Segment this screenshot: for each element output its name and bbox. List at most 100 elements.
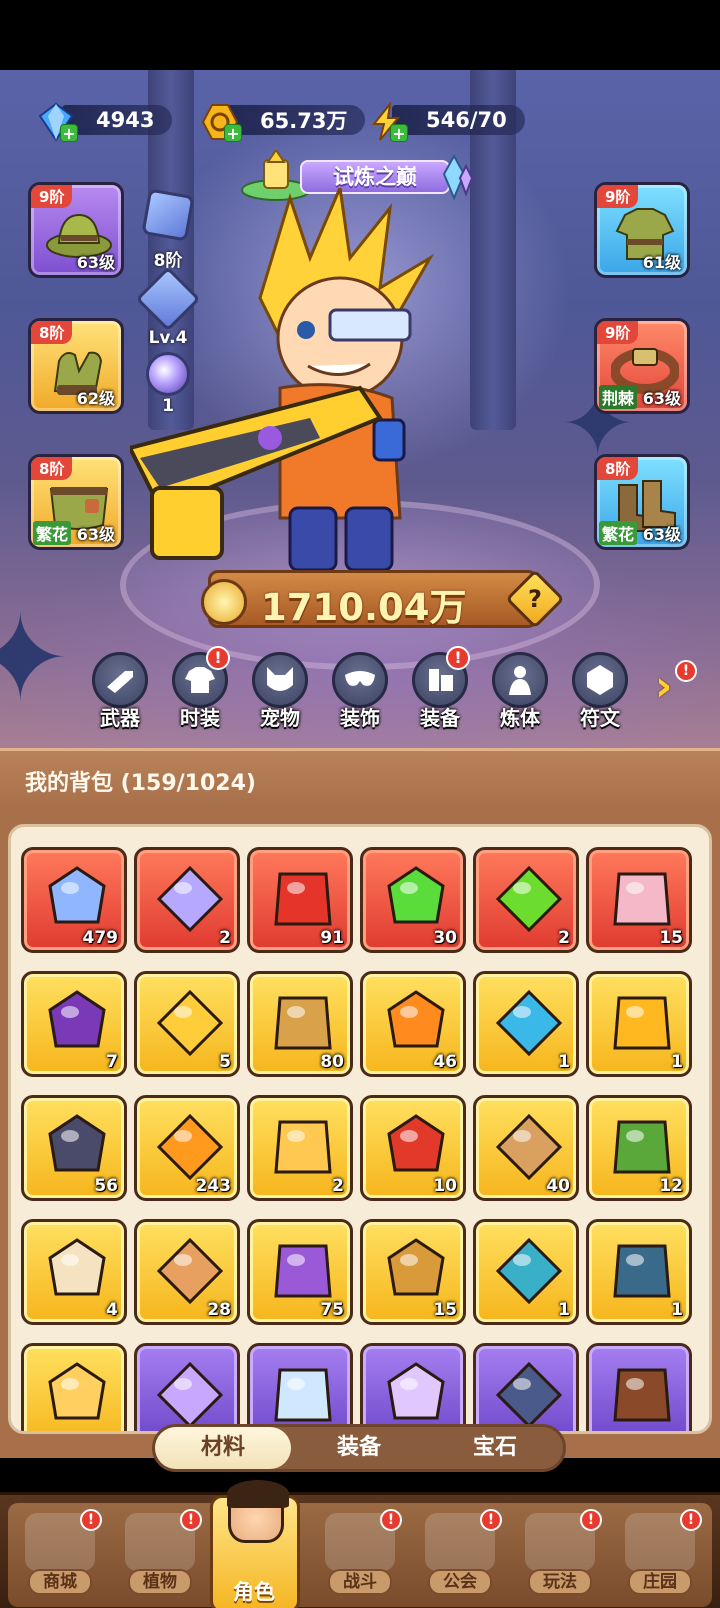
item-count: 2 [332,1176,344,1196]
add-energy-button[interactable]: + [390,124,408,143]
golden-peaks-icon [274,1120,332,1174]
notification-badge: ! [180,1509,202,1531]
ice-cube-icon [274,1368,332,1422]
gold-amount: 65.73万 [260,109,348,133]
equip-slot-belt[interactable]: 9阶 荆棘 63级 [594,318,690,414]
question-mark-icon: ? [528,585,542,613]
prefix-label: 繁花 [33,521,72,545]
add-diamond-button[interactable]: + [60,124,78,143]
equip-slot-armor[interactable]: 9阶 61级 [594,182,690,278]
green-capsule-icon [387,866,445,924]
equip-slot-pants[interactable]: 8阶 繁花 63级 [28,454,124,550]
nav-guild[interactable]: 公会 ! [410,1503,510,1607]
gold-currency[interactable]: + 65.73万 [198,100,366,143]
tab-equipment[interactable]: 装备 [291,1427,427,1469]
nav-character[interactable]: 角色 [204,1480,304,1608]
inventory-item[interactable]: 75 [247,1219,353,1325]
tab-gems[interactable]: 宝石 [427,1427,563,1469]
inventory-item[interactable]: 1 [586,971,692,1077]
red-flower-icon [387,1114,445,1172]
backpack-title: 我的背包 (159/1024) [25,771,256,796]
rune-icon [572,652,628,708]
backpack-header: 我的背包 (159/1024) [0,748,720,808]
orange-potion-icon [156,1113,224,1181]
inventory-item[interactable]: 56 [21,1095,127,1201]
inventory-item[interactable]: 7 [21,971,127,1077]
purple-flask-icon [156,1361,224,1429]
inventory-item[interactable]: 2 [134,847,240,953]
inventory-item[interactable] [134,1343,240,1431]
menu-body-refine[interactable]: 炼体 [480,652,560,732]
status-bar [0,0,720,70]
inventory-item[interactable]: 30 [360,847,466,953]
equip-slot-hat[interactable]: 9阶 63级 [28,182,124,278]
item-count: 1 [671,1052,683,1072]
function-menu: 武器 时装 ! 宠物 装饰 装备 ! 炼体 符文 [80,646,640,732]
inventory-item[interactable]: 15 [586,847,692,953]
inventory-item[interactable]: 1 [473,971,579,1077]
inventory-item[interactable] [473,1343,579,1431]
inventory-item[interactable] [586,1343,692,1431]
inventory-item[interactable]: 46 [360,971,466,1077]
inventory-item[interactable]: 2 [247,1095,353,1201]
nav-plant[interactable]: 植物 ! [110,1503,210,1607]
menu-label: 符文 [580,706,620,730]
energy-currency[interactable]: + 546/70 [364,100,525,143]
menu-equipment[interactable]: 装备 ! [400,646,480,732]
nav-shop[interactable]: 商城 ! [10,1503,110,1607]
inventory-item[interactable] [247,1343,353,1431]
inventory-item[interactable]: 2 [473,847,579,953]
inventory-item[interactable]: 5 [134,971,240,1077]
cake-icon [156,1237,224,1305]
menu-more-button[interactable]: › ! [655,660,697,707]
nav-label: 玩法 [528,1569,592,1595]
item-count: 15 [659,928,683,948]
menu-outfit[interactable]: 时装 ! [160,646,240,732]
inventory-item[interactable]: 15 [360,1219,466,1325]
level-label: 62级 [76,389,115,408]
item-grid-frame[interactable]: 479 2 91 30 2 15 7 5 80 46 1 1 56 243 2 10 40 12 4 28 75 15 1 1 [8,824,712,1434]
equip-slot-boots[interactable]: 8阶 繁花 63级 [594,454,690,550]
inventory-item[interactable]: 91 [247,847,353,953]
inventory-item[interactable]: 4 [21,1219,127,1325]
pet-icon [252,652,308,708]
moon-crystal-icon [156,865,224,933]
nav-label: 商城 [28,1569,92,1595]
combat-power-plate: 1710.04万 [201,570,538,629]
nav-label: 角色 [233,1580,275,1604]
level-label: 63级 [642,389,681,408]
tier-badge: 8阶 [31,321,73,344]
rune-shield-icon [495,1361,563,1429]
inventory-item[interactable]: 12 [586,1095,692,1201]
inventory-item[interactable] [21,1343,127,1431]
item-count: 80 [320,1052,344,1072]
equip-slot-gloves[interactable]: 8阶 62级 [28,318,124,414]
inventory-item[interactable] [360,1343,466,1431]
red-potion-icon [274,872,332,926]
menu-decoration[interactable]: 装饰 [320,652,400,732]
inventory-item[interactable]: 40 [473,1095,579,1201]
menu-rune[interactable]: 符文 [560,652,640,732]
inventory-item[interactable]: 1 [586,1219,692,1325]
nav-gameplay[interactable]: 玩法 ! [510,1503,610,1607]
inventory-item[interactable]: 80 [247,971,353,1077]
menu-weapon[interactable]: 武器 [80,652,160,732]
character-scene: ✦ ✦ + 4943 + 65.73万 + 546/70 试炼之巅 9阶 63级… [0,70,720,750]
level-label: 61级 [642,253,681,272]
hero-character [130,188,435,572]
shuriken-decoration-icon: ✦ [0,590,71,729]
diamond-currency[interactable]: + 4943 [34,100,173,143]
nav-battle[interactable]: 战斗 ! [310,1503,410,1607]
item-count: 40 [546,1176,570,1196]
inventory-item[interactable]: 1 [473,1219,579,1325]
power-key-icon [201,579,247,625]
chevron-right-icon: › [655,661,673,710]
add-gold-button[interactable]: + [224,124,242,143]
inventory-item[interactable]: 243 [134,1095,240,1201]
inventory-item[interactable]: 28 [134,1219,240,1325]
menu-pet[interactable]: 宠物 [240,652,320,732]
inventory-item[interactable]: 10 [360,1095,466,1201]
tab-materials[interactable]: 材料 [155,1427,291,1469]
inventory-item[interactable]: 479 [21,847,127,953]
nav-manor[interactable]: 庄园 ! [610,1503,710,1607]
